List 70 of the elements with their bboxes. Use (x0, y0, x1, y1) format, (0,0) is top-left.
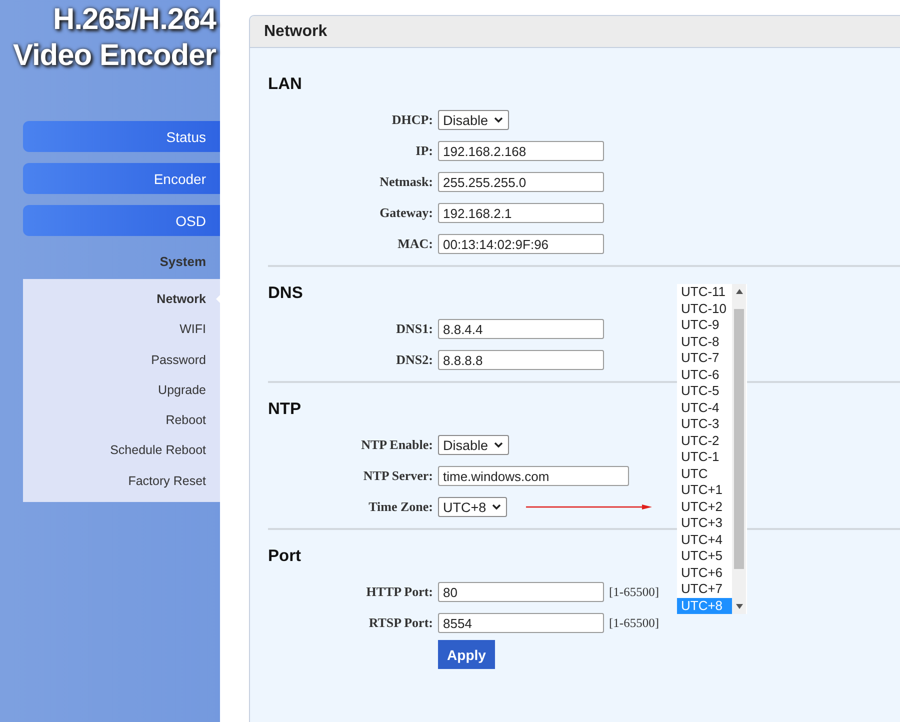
field-label: DNS1: (395, 321, 433, 337)
section-heading: LAN (268, 74, 302, 95)
input-field[interactable]: 192.168.2.168 (438, 141, 604, 161)
dropdown[interactable]: Disable (438, 110, 510, 130)
input-field[interactable]: 80 (438, 582, 604, 602)
dropdown-option[interactable]: UTC+4 (677, 532, 732, 548)
menu-heading: System (158, 253, 207, 271)
field-label: MAC: (396, 236, 433, 252)
submenu-item[interactable]: Reboot (23, 405, 220, 436)
field-label: HTTP Port: (365, 584, 433, 600)
dropdown-option[interactable]: UTC+3 (677, 515, 732, 532)
dropdown-option[interactable]: UTC-10 (677, 300, 732, 317)
input-field[interactable]: 00:13:14:02:9F:96 (438, 234, 604, 254)
scroll-up-icon[interactable] (736, 289, 742, 294)
logo-text: H.265/H.264 (52, 2, 216, 38)
field-label: DNS2: (395, 352, 433, 368)
dropdown-option[interactable]: UTC+1 (677, 482, 732, 498)
field-label: DHCP: (390, 112, 433, 128)
menu-button[interactable]: Encoder (23, 163, 220, 194)
submenu-item[interactable]: WIFI (23, 314, 220, 345)
dropdown-option[interactable]: UTC-6 (677, 366, 732, 383)
logo-text: Video Encoder (12, 38, 216, 74)
submenu-item[interactable]: Factory Reset (23, 466, 220, 496)
input-field[interactable]: time.windows.com (438, 466, 629, 486)
dropdown-option[interactable]: UTC (677, 466, 732, 482)
dropdown-option[interactable]: UTC+7 (677, 581, 732, 598)
panel-title: Network (264, 22, 328, 40)
submenu-item[interactable]: Upgrade (23, 374, 220, 406)
submenu-item[interactable]: Schedule Reboot (23, 435, 220, 466)
dropdown[interactable]: UTC+8 (438, 497, 508, 517)
field-label: NTP Enable: (360, 437, 433, 453)
menu-button[interactable]: Status (23, 121, 220, 152)
dropdown-option[interactable]: UTC-7 (677, 350, 732, 366)
apply-button[interactable]: Apply (438, 640, 495, 669)
dropdown-option[interactable]: UTC-5 (677, 383, 732, 400)
field-label: Time Zone: (368, 499, 433, 515)
field-label: IP: (414, 143, 433, 159)
dropdown[interactable]: Disable (438, 435, 510, 455)
submenu-item[interactable]: Network (23, 284, 220, 314)
dropdown-option[interactable]: UTC-1 (677, 449, 732, 466)
dropdown-option[interactable]: UTC-4 (677, 400, 732, 416)
field-label: Gateway: (378, 205, 433, 221)
dropdown-option[interactable]: UTC+6 (677, 564, 732, 581)
submenu-item[interactable]: Password (23, 344, 220, 375)
range-hint: [1-65500] (609, 584, 659, 600)
dropdown-option[interactable]: UTC-3 (677, 416, 732, 432)
chevron-icon (494, 442, 504, 448)
field-label: RTSP Port: (368, 615, 433, 631)
input-field[interactable]: 8.8.8.8 (438, 350, 604, 370)
chevron-icon (492, 504, 502, 510)
field-label: NTP Server: (362, 468, 433, 484)
section-heading: NTP (268, 399, 301, 420)
dropdown-option[interactable]: UTC-9 (677, 317, 732, 334)
range-hint: [1-65500] (609, 616, 659, 630)
input-field[interactable]: 8.8.4.4 (438, 319, 604, 339)
scrollbar-thumb[interactable] (734, 309, 744, 569)
dropdown-option[interactable]: UTC-11 (677, 284, 732, 300)
chevron-icon (494, 117, 504, 123)
dropdown-option[interactable]: UTC+5 (677, 548, 732, 564)
section-heading: Port (268, 546, 301, 567)
section-heading: DNS (268, 283, 303, 304)
dropdown-option[interactable]: UTC+2 (677, 498, 732, 515)
dropdown-option[interactable]: UTC-8 (677, 334, 732, 350)
menu-button[interactable]: OSD (23, 205, 220, 236)
field-label: Netmask: (378, 174, 433, 190)
scroll-down-icon[interactable] (736, 604, 742, 609)
dropdown-option[interactable]: UTC-2 (677, 432, 732, 449)
input-field[interactable]: 192.168.2.1 (438, 203, 604, 223)
input-field[interactable]: 8554 (438, 613, 604, 633)
input-field[interactable]: 255.255.255.0 (438, 172, 604, 192)
